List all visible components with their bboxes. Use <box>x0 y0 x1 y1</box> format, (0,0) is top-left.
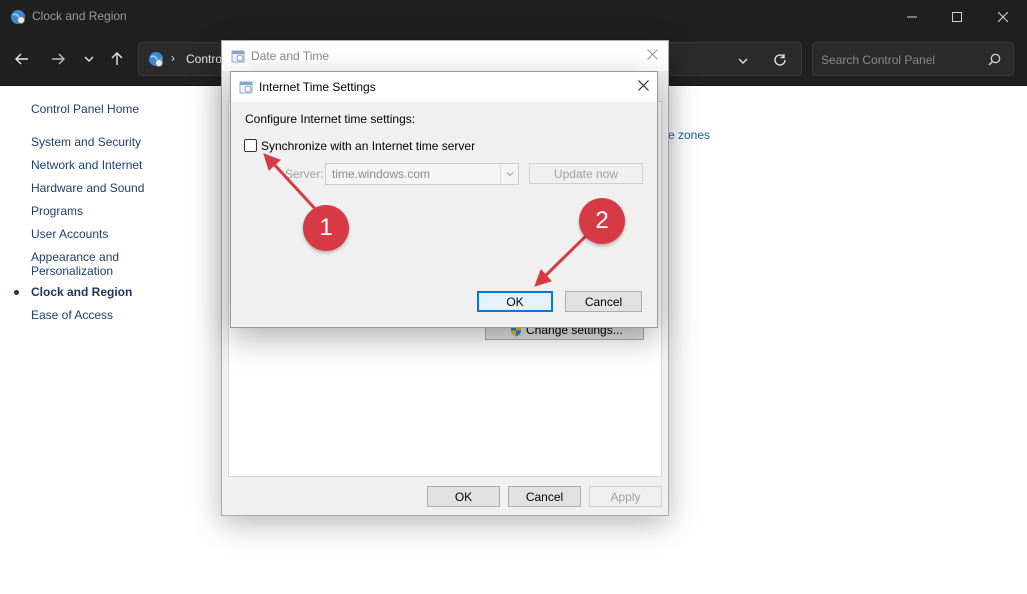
close-window-button[interactable] <box>980 0 1026 33</box>
breadcrumb[interactable]: Contro <box>186 52 222 66</box>
up-button[interactable] <box>105 47 129 71</box>
maximize-icon <box>952 11 962 22</box>
refresh-icon[interactable] <box>773 53 787 67</box>
chevron-down-icon <box>500 164 518 184</box>
date-time-cancel-button[interactable]: Cancel <box>508 486 581 507</box>
server-select[interactable]: time.windows.com <box>325 163 519 185</box>
address-dropdown-icon[interactable] <box>737 55 749 67</box>
minimize-button[interactable] <box>889 0 935 33</box>
sidebar-item-control-panel-home[interactable]: Control Panel Home <box>31 102 139 116</box>
arrow-right-icon <box>52 53 65 65</box>
sidebar-item-appearance[interactable]: Appearance and Personalization <box>31 250 131 278</box>
date-time-title: Date and Time <box>251 49 330 63</box>
callout-1: 1 <box>303 205 349 251</box>
internet-time-ok-button[interactable]: OK <box>477 291 553 312</box>
back-button[interactable] <box>10 47 34 71</box>
sidebar: Control Panel Home System and Security N… <box>0 86 220 594</box>
control-panel-icon <box>149 52 163 67</box>
title-bar: Clock and Region <box>0 0 1027 33</box>
close-icon[interactable] <box>638 80 649 91</box>
date-time-titlebar: Date and Time <box>222 41 668 71</box>
sidebar-item-clock-region[interactable]: Clock and Region <box>31 285 132 299</box>
internet-time-titlebar: Internet Time Settings <box>231 72 657 102</box>
internet-time-title: Internet Time Settings <box>259 80 376 94</box>
internet-time-heading: Configure Internet time settings: <box>245 112 416 126</box>
close-icon <box>998 11 1008 22</box>
arrow-left-icon <box>15 53 28 65</box>
date-time-icon <box>239 81 253 94</box>
internet-time-cancel-button[interactable]: Cancel <box>565 291 642 312</box>
arrow-up-icon <box>111 52 123 65</box>
sync-checkbox-label[interactable]: Synchronize with an Internet time server <box>261 139 475 153</box>
minimize-icon <box>907 16 917 17</box>
active-item-bullet <box>14 290 19 295</box>
search-input[interactable] <box>821 51 981 69</box>
close-icon[interactable] <box>647 49 658 60</box>
sidebar-item-ease-of-access[interactable]: Ease of Access <box>31 308 113 322</box>
sync-checkbox[interactable] <box>244 139 257 152</box>
sidebar-item-network-internet[interactable]: Network and Internet <box>31 158 142 172</box>
maximize-button[interactable] <box>934 0 980 33</box>
date-time-icon <box>231 50 245 63</box>
breadcrumb-separator: › <box>171 51 175 65</box>
update-now-button[interactable]: Update now <box>529 163 643 184</box>
sidebar-item-user-accounts[interactable]: User Accounts <box>31 227 108 241</box>
forward-button[interactable] <box>46 47 70 71</box>
server-value: time.windows.com <box>332 167 431 181</box>
sidebar-item-programs[interactable]: Programs <box>31 204 83 218</box>
callout-2: 2 <box>579 198 625 244</box>
sidebar-item-hardware-sound[interactable]: Hardware and Sound <box>31 181 144 195</box>
search-box[interactable] <box>812 42 1014 76</box>
sidebar-item-system-security[interactable]: System and Security <box>31 135 141 149</box>
date-time-apply-button[interactable]: Apply <box>589 486 662 507</box>
chevron-down-icon <box>84 56 94 62</box>
server-label: Server: <box>285 167 324 181</box>
recent-locations-button[interactable] <box>77 47 101 71</box>
date-time-ok-button[interactable]: OK <box>427 486 500 507</box>
search-icon[interactable] <box>988 53 1001 66</box>
window-title: Clock and Region <box>32 9 127 23</box>
clock-region-globe-icon <box>11 10 25 24</box>
